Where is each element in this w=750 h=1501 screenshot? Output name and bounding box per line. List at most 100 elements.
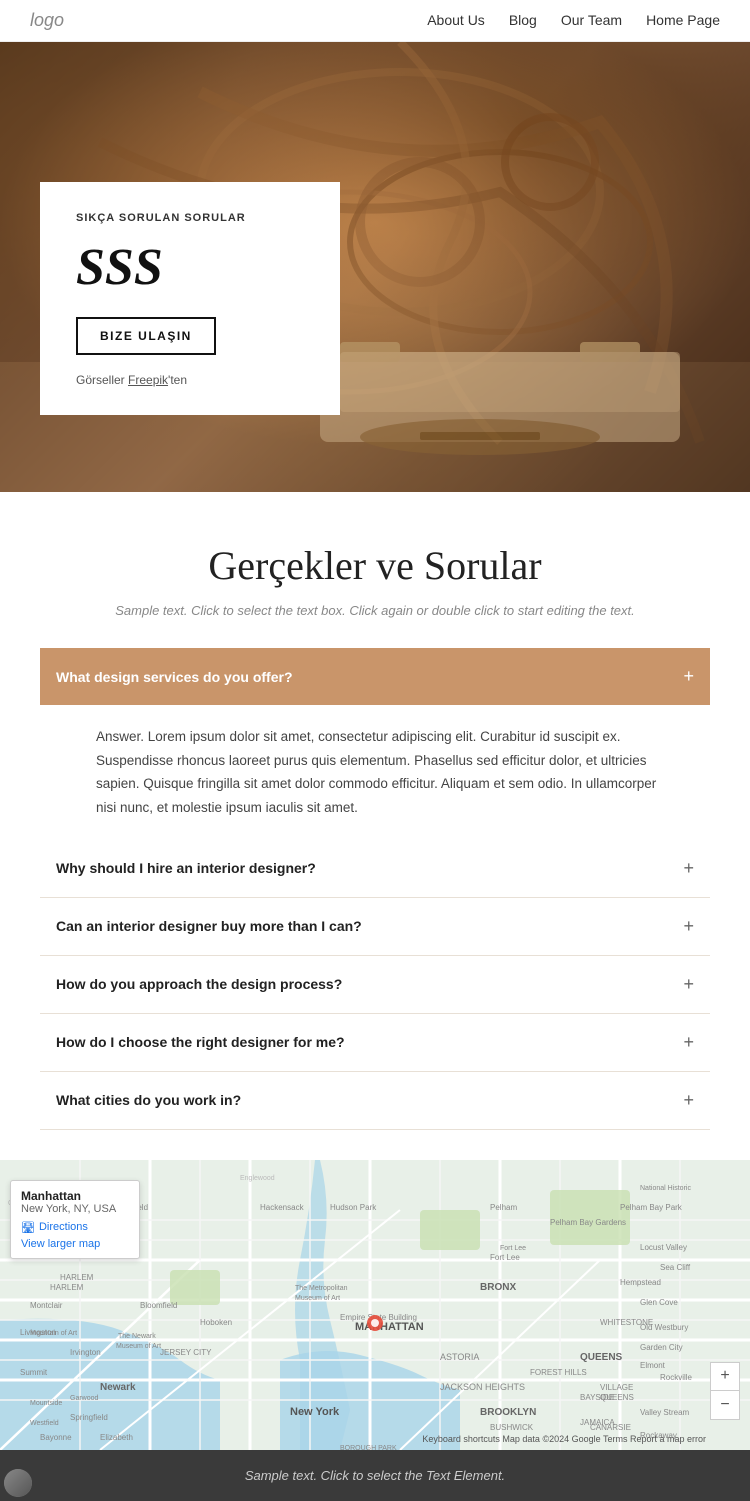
nav-links: About Us Blog Our Team Home Page	[427, 12, 720, 30]
map-credit: Keyboard shortcuts Map data ©2024 Google…	[422, 1434, 706, 1444]
svg-text:Elizabeth: Elizabeth	[100, 1433, 133, 1442]
svg-text:Bloomfield: Bloomfield	[140, 1301, 177, 1310]
svg-text:Pelham: Pelham	[490, 1203, 517, 1212]
faq-question-row-2[interactable]: Why should I hire an interior designer? …	[40, 840, 710, 897]
nav-our-team[interactable]: Our Team	[561, 12, 622, 28]
svg-text:BRONX: BRONX	[480, 1282, 516, 1293]
contact-button[interactable]: BIZE ULAŞIN	[76, 317, 216, 355]
svg-text:Newark: Newark	[100, 1382, 136, 1393]
faq-section: What design services do you offer? + Ans…	[0, 628, 750, 1160]
section-description: Sample text. Click to select the text bo…	[40, 603, 710, 618]
faq-question-row-4[interactable]: How do you approach the design process? …	[40, 956, 710, 1013]
svg-text:Elmont: Elmont	[640, 1361, 666, 1370]
svg-text:BAYSIDE: BAYSIDE	[580, 1393, 614, 1402]
footer-text: Sample text. Click to select the Text El…	[245, 1468, 505, 1483]
freepik-link[interactable]: Freepik	[128, 373, 168, 387]
svg-text:Mountain of Art: Mountain of Art	[30, 1330, 77, 1337]
hero-credit: Görseller Freepik'ten	[76, 373, 304, 387]
svg-text:Pelham Bay Gardens: Pelham Bay Gardens	[550, 1218, 626, 1227]
faq-plus-icon-3: +	[683, 916, 694, 937]
faq-answer-1: Answer. Lorem ipsum dolor sit amet, cons…	[40, 705, 710, 840]
faq-plus-icon-1: +	[683, 666, 694, 687]
svg-text:Garden City: Garden City	[640, 1343, 683, 1352]
svg-text:Museum of Art: Museum of Art	[295, 1295, 340, 1302]
svg-text:Hudson Park: Hudson Park	[330, 1203, 377, 1212]
svg-text:Rockville: Rockville	[660, 1373, 693, 1382]
navbar: logo About Us Blog Our Team Home Page	[0, 0, 750, 42]
faq-item-1: What design services do you offer? +	[40, 648, 710, 705]
svg-text:Westfield: Westfield	[30, 1420, 59, 1427]
svg-text:VILLAGE: VILLAGE	[600, 1383, 633, 1392]
map-directions[interactable]: 🛣 Directions	[21, 1221, 129, 1234]
svg-text:Hoboken: Hoboken	[200, 1318, 232, 1327]
map-location-sub: New York, NY, USA	[21, 1203, 129, 1215]
svg-text:Englewood: Englewood	[240, 1175, 275, 1182]
faq-question-row-1[interactable]: What design services do you offer? +	[40, 648, 710, 705]
svg-text:Irvington: Irvington	[70, 1348, 101, 1357]
map-location-title: Manhattan	[21, 1189, 129, 1203]
map-zoom-controls: + −	[710, 1362, 740, 1420]
svg-text:Hempstead: Hempstead	[620, 1278, 661, 1287]
svg-text:JACKSON HEIGHTS: JACKSON HEIGHTS	[440, 1382, 525, 1392]
faq-question-3: Can an interior designer buy more than I…	[56, 918, 362, 934]
faq-question-1: What design services do you offer?	[56, 669, 293, 685]
footer-avatar	[4, 1469, 32, 1497]
svg-text:JERSEY CITY: JERSEY CITY	[160, 1348, 212, 1357]
svg-text:HARLEM: HARLEM	[50, 1283, 84, 1292]
faq-question-2: Why should I hire an interior designer?	[56, 860, 316, 876]
hero-card: SIKÇA SORULAN SORULAR SSS BIZE ULAŞIN Gö…	[40, 182, 340, 415]
svg-text:MANHATTAN: MANHATTAN	[355, 1321, 424, 1333]
nav-about-us[interactable]: About Us	[427, 12, 485, 28]
svg-text:FOREST HILLS: FOREST HILLS	[530, 1368, 587, 1377]
faq-item-4: How do you approach the design process? …	[40, 956, 710, 1014]
faq-question-row-3[interactable]: Can an interior designer buy more than I…	[40, 898, 710, 955]
svg-text:BUSHWICK: BUSHWICK	[490, 1423, 534, 1432]
faq-item-2: Why should I hire an interior designer? …	[40, 840, 710, 898]
faq-plus-icon-6: +	[683, 1090, 694, 1111]
faq-plus-icon-4: +	[683, 974, 694, 995]
map-background: MANHATTAN ASTORIA JACKSON HEIGHTS BRONX …	[0, 1160, 750, 1450]
svg-text:QUEENS: QUEENS	[580, 1352, 623, 1363]
section-title-area: Gerçekler ve Sorular Sample text. Click …	[0, 492, 750, 628]
svg-text:Mountside: Mountside	[30, 1400, 62, 1407]
footer-wrapper: Sample text. Click to select the Text El…	[0, 1450, 750, 1501]
svg-text:National Historic: National Historic	[640, 1185, 691, 1192]
faq-question-4: How do you approach the design process?	[56, 976, 342, 992]
svg-text:Valley Stream: Valley Stream	[640, 1408, 690, 1417]
faq-question-5: How do I choose the right designer for m…	[56, 1034, 345, 1050]
svg-text:Fort Lee: Fort Lee	[500, 1245, 526, 1252]
svg-text:JAMAICA: JAMAICA	[580, 1418, 615, 1427]
svg-text:New York: New York	[290, 1406, 340, 1418]
nav-blog[interactable]: Blog	[509, 12, 537, 28]
svg-text:Fort Lee: Fort Lee	[490, 1253, 520, 1262]
view-larger-map-link[interactable]: View larger map	[21, 1238, 129, 1250]
svg-text:ASTORIA: ASTORIA	[440, 1352, 479, 1362]
faq-question-row-6[interactable]: What cities do you work in? +	[40, 1072, 710, 1129]
map-zoom-in-button[interactable]: +	[711, 1363, 739, 1391]
svg-text:Locust Valley: Locust Valley	[640, 1243, 687, 1252]
map-zoom-out-button[interactable]: −	[711, 1391, 739, 1419]
faq-item-6: What cities do you work in? +	[40, 1072, 710, 1130]
hero-subtitle: SIKÇA SORULAN SORULAR	[76, 212, 304, 224]
map-section: MANHATTAN ASTORIA JACKSON HEIGHTS BRONX …	[0, 1160, 750, 1450]
svg-text:WHITESTONE: WHITESTONE	[600, 1318, 653, 1327]
svg-text:Summit: Summit	[20, 1368, 48, 1377]
directions-icon: 🛣	[21, 1221, 35, 1234]
svg-text:Bayonne: Bayonne	[40, 1433, 72, 1442]
svg-text:The Metropolitan: The Metropolitan	[295, 1285, 348, 1292]
faq-item-5: How do I choose the right designer for m…	[40, 1014, 710, 1072]
faq-question-6: What cities do you work in?	[56, 1092, 241, 1108]
faq-plus-icon-2: +	[683, 858, 694, 879]
svg-text:Glen Cove: Glen Cove	[640, 1298, 678, 1307]
footer: Sample text. Click to select the Text El…	[0, 1450, 750, 1501]
svg-text:The Newark: The Newark	[118, 1333, 156, 1340]
svg-text:Montclair: Montclair	[30, 1301, 63, 1310]
svg-text:Sea Cliff: Sea Cliff	[660, 1263, 691, 1272]
hero-section: SIKÇA SORULAN SORULAR SSS BIZE ULAŞIN Gö…	[0, 42, 750, 492]
svg-text:HARLEM: HARLEM	[60, 1273, 94, 1282]
svg-text:Springfield: Springfield	[70, 1413, 108, 1422]
nav-home-page[interactable]: Home Page	[646, 12, 720, 28]
section-title: Gerçekler ve Sorular	[40, 542, 710, 589]
faq-plus-icon-5: +	[683, 1032, 694, 1053]
faq-question-row-5[interactable]: How do I choose the right designer for m…	[40, 1014, 710, 1071]
